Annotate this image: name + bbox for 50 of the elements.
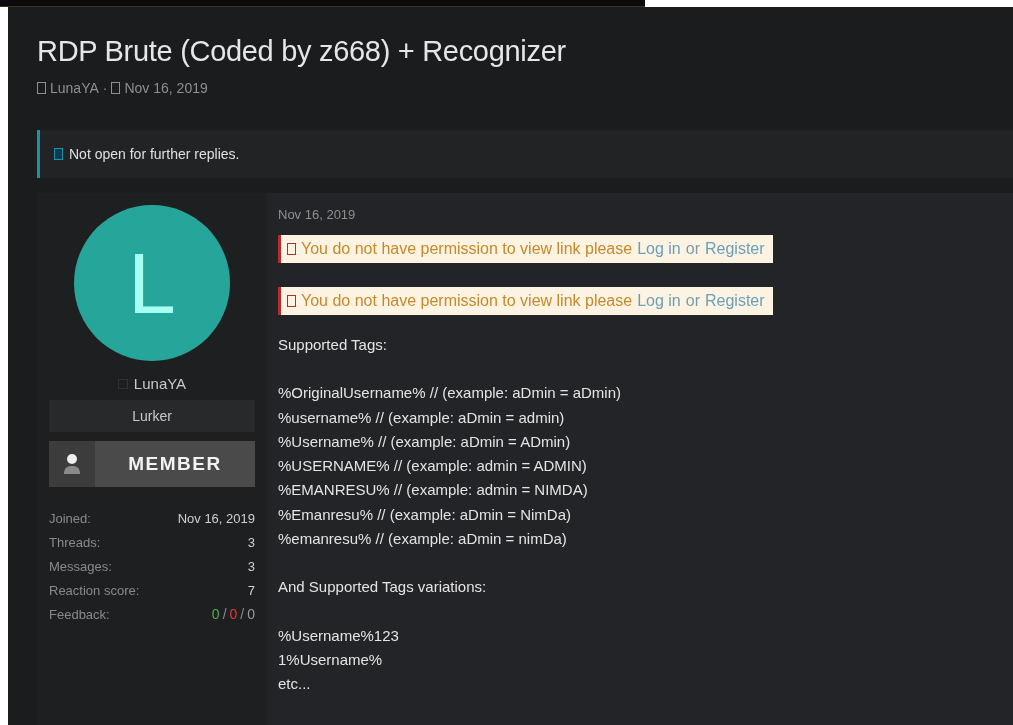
meta-separator: ·	[102, 80, 108, 96]
alert-text: You do not have permission to view link please	[301, 240, 633, 258]
stat-label: Threads:	[49, 534, 101, 550]
missing-glyph-icon	[287, 243, 296, 255]
missing-glyph-icon	[111, 82, 121, 94]
post-text-line: 1%Username%	[278, 649, 384, 670]
feedback-separator: /	[240, 606, 245, 622]
notice-text: Not open for further replies.	[69, 146, 240, 162]
stat-value: 3	[247, 534, 255, 550]
stat-value: Nov 16, 2019	[177, 510, 255, 526]
post-text-line: %OriginalUsername% // (example: aDmin = aDmin)	[278, 383, 623, 404]
thread-title: RDP Brute (Coded by z668) + Recognizer	[37, 35, 567, 68]
post-text-line: And Supported Tags variations:	[278, 577, 488, 598]
missing-glyph-icon	[37, 82, 46, 94]
alert-text: or	[685, 292, 700, 310]
alert-text: You do not have permission to view link please	[301, 292, 633, 310]
post-text-line: %USERNAME% // (example: admin = ADMIN)	[278, 456, 588, 477]
user-title: Lurker	[49, 400, 255, 432]
user-icon	[63, 453, 81, 475]
post-date: Nov 16, 2019	[278, 207, 357, 222]
post-text-line: %EMANRESU% // (example: admin = NIMDA)	[278, 480, 589, 501]
thread-date: Nov 16, 2019	[124, 80, 208, 96]
post-text-line: %Username%123	[278, 625, 400, 646]
feedback-separator: /	[222, 606, 227, 622]
register-link[interactable]: Register	[705, 292, 765, 310]
banner-text: MEMBER	[127, 452, 223, 476]
post-text-line: %username% // (example: aDmin = admin)	[278, 407, 566, 428]
missing-glyph-icon	[287, 295, 296, 307]
feedback-count: 0	[211, 606, 220, 622]
post-text-line: %emanresu% // (example: aDmin = nimDa)	[278, 529, 568, 550]
missing-glyph-icon	[54, 148, 63, 160]
register-link[interactable]: Register	[705, 240, 765, 258]
feedback-count: 0	[229, 606, 238, 622]
author-name[interactable]: LunaYA	[50, 80, 99, 96]
stat-label: Joined:	[49, 510, 91, 526]
login-link[interactable]: Log in	[637, 240, 681, 258]
stat-value: 7	[247, 582, 255, 598]
stat-value: 3	[247, 558, 255, 574]
post-text-line: etc...	[278, 674, 312, 695]
stat-label: Feedback:	[49, 606, 110, 622]
avatar[interactable]: L	[74, 205, 230, 361]
login-link[interactable]: Log in	[637, 292, 681, 310]
post-text-line: %Emanresu% // (example: aDmin = NimDa)	[278, 504, 572, 525]
stat-label: Reaction score:	[49, 582, 140, 598]
stat-label: Messages:	[49, 558, 112, 574]
feedback-count: 0	[247, 606, 255, 622]
user-name[interactable]: LunaYA	[133, 375, 187, 392]
post-text-line: %Username% // (example: aDmin = ADmin)	[278, 431, 572, 452]
post-text-line: Supported Tags:	[278, 335, 388, 355]
alert-text: or	[685, 240, 700, 258]
